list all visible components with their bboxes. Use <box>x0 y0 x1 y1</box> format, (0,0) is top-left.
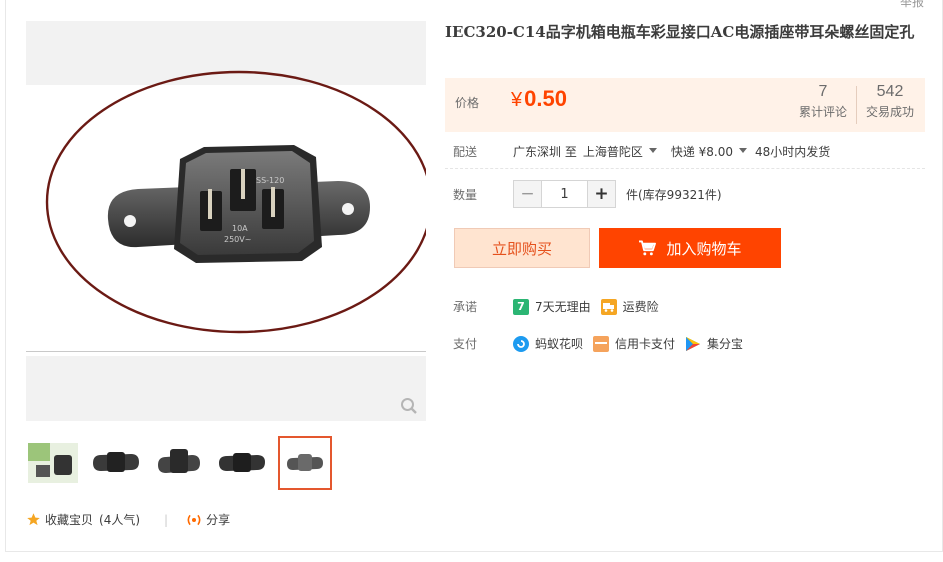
seven-day-return-icon: 7 <box>513 298 529 315</box>
chevron-down-icon[interactable] <box>648 148 657 153</box>
image-canvas: 10A 250V~ SS-120 <box>26 70 426 351</box>
payment-credit-card[interactable]: 信用卡支付 <box>593 335 675 352</box>
credit-card-label: 信用卡支付 <box>615 337 676 351</box>
thumbnail-4[interactable] <box>215 436 269 490</box>
seven-day-return-label: 7天无理由 <box>535 300 591 314</box>
sales-stat: 542 交易成功 <box>863 83 917 120</box>
quantity-stepper: − 1 + <box>513 180 616 208</box>
jifenbao-icon <box>685 335 702 352</box>
buy-now-button[interactable]: 立即购买 <box>454 228 590 268</box>
price-panel: 价格 ¥0.50 7 累计评论 542 交易成功 <box>445 78 925 132</box>
price-amount: 0.50 <box>524 86 567 111</box>
delivery-row: 配送 广东深圳 至 上海普陀区 快递 ¥8.00 48小时内发货 <box>453 143 830 160</box>
highlight-ellipse <box>45 70 426 334</box>
promise-row: 承诺 7 7天无理由 运费险 <box>453 298 663 315</box>
thumbnail-3[interactable] <box>152 436 206 490</box>
main-product-image[interactable]: 10A 250V~ SS-120 <box>26 21 426 421</box>
review-label: 累计评论 <box>798 105 847 119</box>
increase-button[interactable]: + <box>588 181 615 207</box>
star-icon <box>27 513 40 526</box>
social-bar: 收藏宝贝 (4人气) | 分享 <box>26 511 230 528</box>
thumbnail-2[interactable] <box>89 436 143 490</box>
sales-count: 542 <box>876 83 904 100</box>
price-label: 价格 <box>455 96 480 110</box>
shipping-insurance-icon <box>600 298 617 315</box>
quantity-row: 数量 − 1 + 件(库存99321件) <box>453 180 722 208</box>
review-count: 7 <box>818 83 828 100</box>
shipping-insurance[interactable]: 运费险 <box>600 298 659 315</box>
huabei-label: 蚂蚁花呗 <box>535 337 584 351</box>
share-button[interactable]: 分享 <box>206 511 230 528</box>
popularity-count: (4人气) <box>99 513 141 527</box>
shipping-insurance-label: 运费险 <box>622 300 659 314</box>
huabei-icon <box>513 335 529 352</box>
stock-info: 件(库存99321件) <box>626 187 722 202</box>
favorite-button[interactable]: 收藏宝贝 <box>45 511 93 528</box>
jifenbao-label: 集分宝 <box>707 337 744 351</box>
thumbnail-5-selected[interactable] <box>278 436 332 490</box>
cart-icon <box>639 240 657 256</box>
divider <box>445 168 925 169</box>
add-to-cart-button[interactable]: 加入购物车 <box>599 228 781 268</box>
shipping-fee[interactable]: 快递 ¥8.00 <box>671 143 733 160</box>
report-link[interactable]: 举报 <box>900 0 924 10</box>
seven-day-return[interactable]: 7 7天无理由 <box>513 298 591 315</box>
delivery-label: 配送 <box>453 145 478 159</box>
review-stat[interactable]: 7 累计评论 <box>795 83 851 120</box>
chevron-down-icon[interactable] <box>739 148 748 153</box>
divider: | <box>164 512 169 527</box>
dispatch-time: 48小时内发货 <box>755 145 831 159</box>
decrease-button[interactable]: − <box>514 181 541 207</box>
delivery-destination[interactable]: 上海普陀区 <box>583 143 643 160</box>
credit-card-icon <box>593 335 610 352</box>
payment-huabei[interactable]: 蚂蚁花呗 <box>513 335 583 352</box>
quantity-input[interactable]: 1 <box>541 181 588 207</box>
payment-jifenbao[interactable]: 集分宝 <box>685 335 743 352</box>
price-value: ¥0.50 <box>511 86 567 112</box>
share-icon <box>187 514 201 525</box>
delivery-from: 广东深圳 至 <box>513 145 577 159</box>
thumbnail-1[interactable] <box>26 436 80 490</box>
add-to-cart-label: 加入购物车 <box>666 239 742 258</box>
zoom-icon[interactable] <box>400 397 418 415</box>
promise-label: 承诺 <box>453 300 478 314</box>
currency-symbol: ¥ <box>511 89 523 111</box>
stat-divider <box>856 86 857 124</box>
quantity-label: 数量 <box>453 187 478 202</box>
product-title: IEC320-C14品字机箱电瓶车彩显接口AC电源插座带耳朵螺丝固定孔 <box>445 23 915 41</box>
payment-label: 支付 <box>453 337 478 351</box>
payment-row: 支付 蚂蚁花呗 信用卡支付 集分宝 <box>453 335 747 352</box>
sales-label: 交易成功 <box>865 105 914 119</box>
